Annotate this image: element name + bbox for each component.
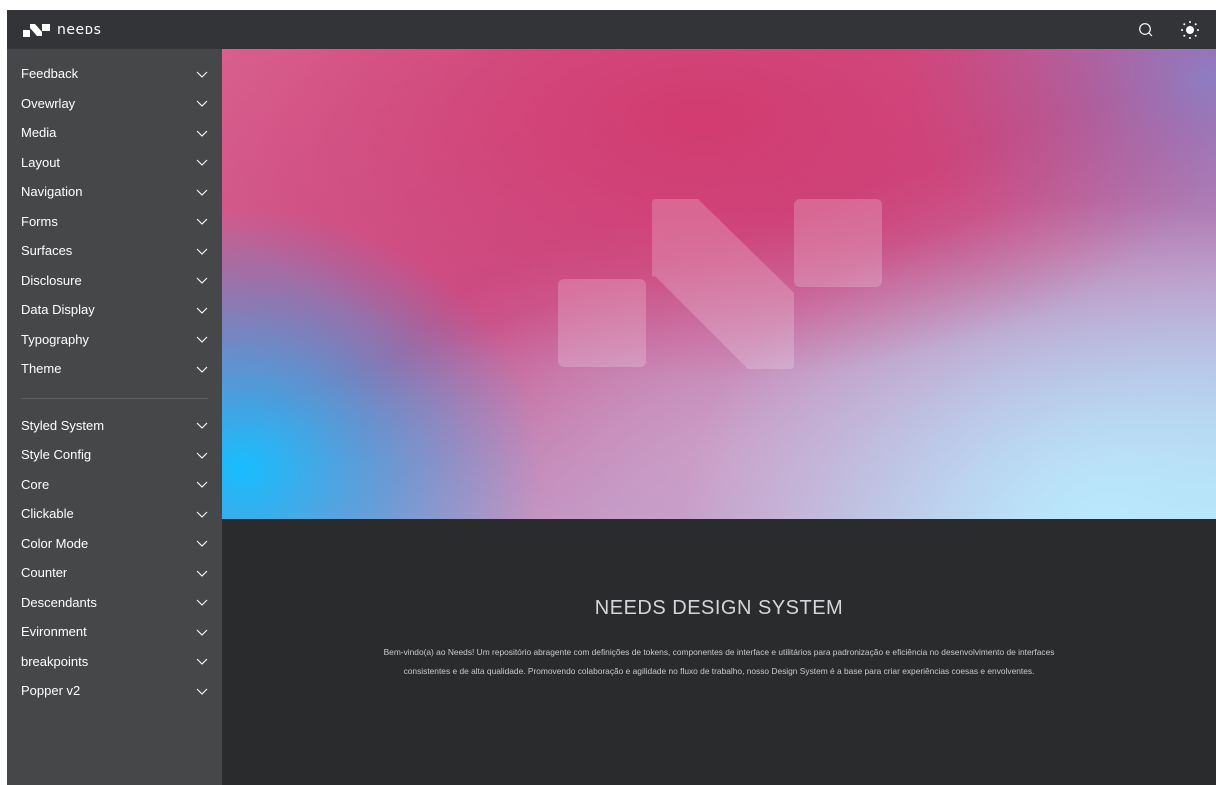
chevron-down-icon bbox=[196, 629, 208, 636]
chevron-down-icon bbox=[196, 366, 208, 373]
search-button[interactable] bbox=[1134, 18, 1158, 42]
sidebar-item-surfaces[interactable]: Surfaces bbox=[7, 236, 222, 266]
sidebar-item-core[interactable]: Core bbox=[7, 470, 222, 500]
chevron-down-icon bbox=[196, 422, 208, 430]
sidebar-item-label: Disclosure bbox=[21, 272, 82, 288]
top-bar: neeᴅs bbox=[7, 10, 1216, 49]
sidebar-item-layout[interactable]: Layout bbox=[7, 148, 222, 178]
chevron-down-icon bbox=[196, 218, 208, 226]
sidebar-item-label: Layout bbox=[21, 154, 61, 170]
sidebar-item-label: Styled System bbox=[21, 417, 105, 433]
sidebar-item-descendants[interactable]: Descendants bbox=[7, 588, 222, 618]
needs-hero-logo-icon bbox=[558, 199, 882, 369]
sidebar-group-components: Feedback Ovewrlay Media Layout Navigation For… bbox=[7, 59, 222, 384]
sidebar-item-label: Data Display bbox=[21, 302, 95, 318]
chevron-down-icon bbox=[196, 248, 208, 255]
sidebar-item-label: Descendants bbox=[21, 594, 97, 610]
sidebar-item-label: Feedback bbox=[21, 66, 79, 82]
sun-icon bbox=[1181, 20, 1199, 39]
chevron-down-icon bbox=[196, 71, 208, 78]
chevron-down-icon bbox=[196, 599, 208, 607]
needs-logo-icon bbox=[23, 23, 50, 37]
sidebar-item-navigation[interactable]: Navigation bbox=[7, 177, 222, 207]
sidebar-item-popper-v2[interactable]: Popper v2 bbox=[7, 676, 222, 706]
brand-logo[interactable]: neeᴅs bbox=[23, 10, 101, 49]
sidebar-item-label: Color Mode bbox=[21, 535, 89, 551]
sidebar-item-feedback[interactable]: Feedback bbox=[7, 59, 222, 89]
sidebar-item-styled-system[interactable]: Styled System bbox=[7, 411, 222, 441]
sidebar-item-label: Forms bbox=[21, 213, 58, 229]
sidebar-item-evironment[interactable]: Evironment bbox=[7, 617, 222, 647]
sidebar-item-style-config[interactable]: Style Config bbox=[7, 440, 222, 470]
chevron-down-icon bbox=[196, 130, 208, 137]
sidebar-item-label: Popper v2 bbox=[21, 683, 81, 699]
chevron-down-icon bbox=[196, 658, 208, 666]
sidebar-item-breakpoints[interactable]: breakpoints bbox=[7, 647, 222, 677]
sidebar-item-label: breakpoints bbox=[21, 653, 89, 669]
sidebar-group-system: Styled System Style Config Core Clickable Co… bbox=[7, 411, 222, 706]
theme-toggle-button[interactable] bbox=[1178, 18, 1202, 42]
sidebar-item-color-mode[interactable]: Color Mode bbox=[7, 529, 222, 559]
chevron-down-icon bbox=[196, 277, 208, 285]
sidebar-item-ovewrlay[interactable]: Ovewrlay bbox=[7, 89, 222, 119]
sidebar-item-label: Core bbox=[21, 476, 50, 492]
chevron-down-icon bbox=[196, 100, 208, 108]
chevron-down-icon bbox=[196, 688, 208, 695]
sidebar-item-label: Evironment bbox=[21, 624, 87, 640]
page-title: NEEDS DESIGN SYSTEM bbox=[594, 597, 844, 619]
sidebar-item-label: Surfaces bbox=[21, 243, 73, 259]
sidebar-item-label: Style Config bbox=[21, 447, 92, 463]
sidebar-item-forms[interactable]: Forms bbox=[7, 207, 222, 237]
chevron-down-icon bbox=[196, 159, 208, 167]
app-window: neeᴅs Feedback Ovewrlay Media Layout Nav… bbox=[7, 10, 1216, 785]
chevron-down-icon bbox=[196, 189, 208, 196]
sidebar-item-data-display[interactable]: Data Display bbox=[7, 295, 222, 325]
chevron-down-icon bbox=[196, 336, 208, 344]
sidebar-item-label: Typography bbox=[21, 331, 89, 347]
main-content: NEEDS DESIGN SYSTEM Bem-vindo(a) ao Need… bbox=[222, 519, 1216, 785]
chevron-down-icon bbox=[196, 570, 208, 577]
sidebar-item-label: Navigation bbox=[21, 184, 83, 200]
brand-name: neeᴅs bbox=[57, 21, 102, 38]
sidebar-item-media[interactable]: Media bbox=[7, 118, 222, 148]
chevron-down-icon bbox=[196, 307, 208, 314]
sidebar-item-theme[interactable]: Theme bbox=[7, 354, 222, 384]
sidebar-divider bbox=[21, 397, 208, 399]
search-icon bbox=[1139, 22, 1153, 36]
chevron-down-icon bbox=[196, 511, 208, 518]
sidebar-item-disclosure[interactable]: Disclosure bbox=[7, 266, 222, 296]
chevron-down-icon bbox=[196, 540, 208, 548]
sidebar-item-label: Ovewrlay bbox=[21, 95, 76, 111]
sidebar-item-label: Counter bbox=[21, 565, 68, 581]
sidebar-item-label: Clickable bbox=[21, 506, 74, 522]
sidebar-item-label: Theme bbox=[21, 361, 62, 377]
chevron-down-icon bbox=[196, 481, 208, 489]
sidebar: Feedback Ovewrlay Media Layout Navigation For… bbox=[7, 49, 222, 785]
sidebar-item-clickable[interactable]: Clickable bbox=[7, 499, 222, 529]
sidebar-item-typography[interactable]: Typography bbox=[7, 325, 222, 355]
sidebar-item-counter[interactable]: Counter bbox=[7, 558, 222, 588]
sidebar-item-label: Media bbox=[21, 125, 57, 141]
chevron-down-icon bbox=[196, 452, 208, 459]
page-description: Bem-vindo(a) ao Needs! Um repositório ab… bbox=[383, 647, 1055, 676]
hero-banner bbox=[222, 49, 1216, 519]
